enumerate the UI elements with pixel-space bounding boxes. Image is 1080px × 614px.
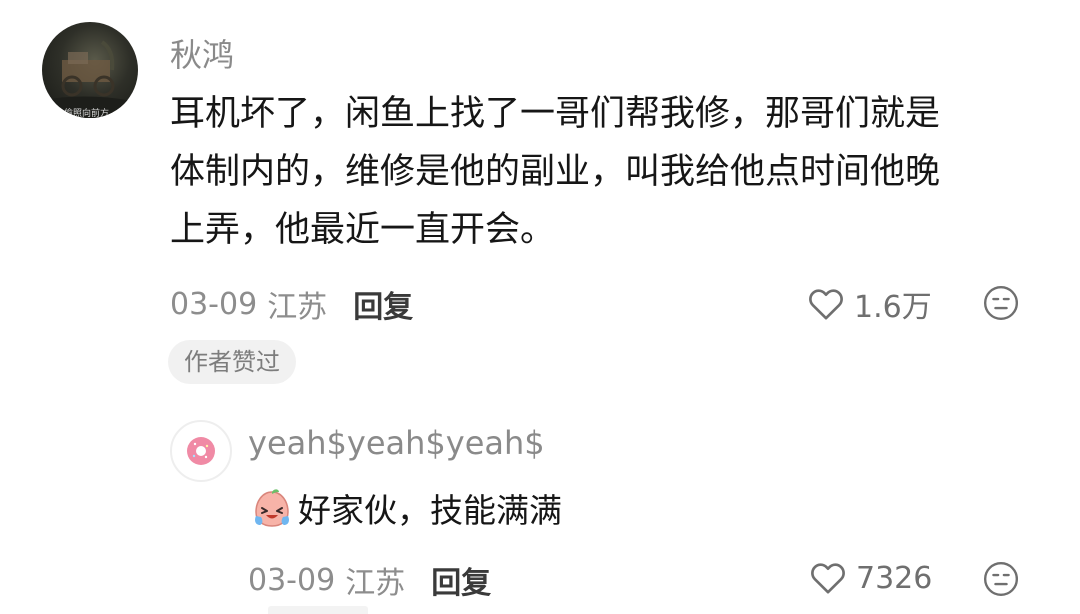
neutral-face-icon [982,560,1020,598]
author-liked-badge: 作者赞过 [168,340,296,384]
avatar-image [42,40,138,118]
avatar-watermark: 偷照向前方 [64,109,110,118]
reply-meta: 03-09 江苏 回复 [248,558,491,602]
heart-icon [806,284,846,324]
comment-line: 耳机坏了，闲鱼上找了一哥们帮我修，那哥们就是 [170,94,941,134]
comment-content: 耳机坏了，闲鱼上找了一哥们帮我修，那哥们就是 体制内的，维修是他的副业，叫我给他… [170,85,940,259]
crying-laughing-emoji-icon [250,486,294,530]
reply-content: 好家伙，技能满满 [250,484,562,532]
partial-element [268,606,368,614]
reply-dislike-button[interactable] [982,560,1020,602]
donut-icon [187,437,215,465]
reply-avatar[interactable] [170,420,232,482]
reply-text: 好家伙，技能满满 [298,491,562,530]
reply-button[interactable]: 回复 [353,282,413,326]
dislike-button[interactable] [982,284,1020,326]
comment-meta: 03-09 江苏 回复 [170,282,413,326]
comment-date: 03-09 [170,286,258,322]
neutral-face-icon [982,284,1020,322]
comment-location: 江苏 [267,290,328,325]
reply-reply-button[interactable]: 回复 [431,558,491,602]
comment-line: 体制内的，维修是他的副业，叫我给他点时间他晚 [170,152,941,192]
reply-like-count: 7326 [856,560,933,596]
avatar[interactable]: 偷照向前方 [42,22,138,118]
heart-icon [808,558,848,598]
comment-username[interactable]: 秋鸿 [170,30,234,76]
comment-line: 上弄，他最近一直开会。 [170,210,556,250]
reply-like-button[interactable]: 7326 [808,558,932,598]
like-count: 1.6万 [854,290,932,325]
reply-date: 03-09 [248,562,336,598]
reply-location: 江苏 [345,566,406,601]
like-button[interactable]: 1.6万 [806,282,932,326]
reply-username[interactable]: yeah$yeah$yeah$ [248,424,545,462]
